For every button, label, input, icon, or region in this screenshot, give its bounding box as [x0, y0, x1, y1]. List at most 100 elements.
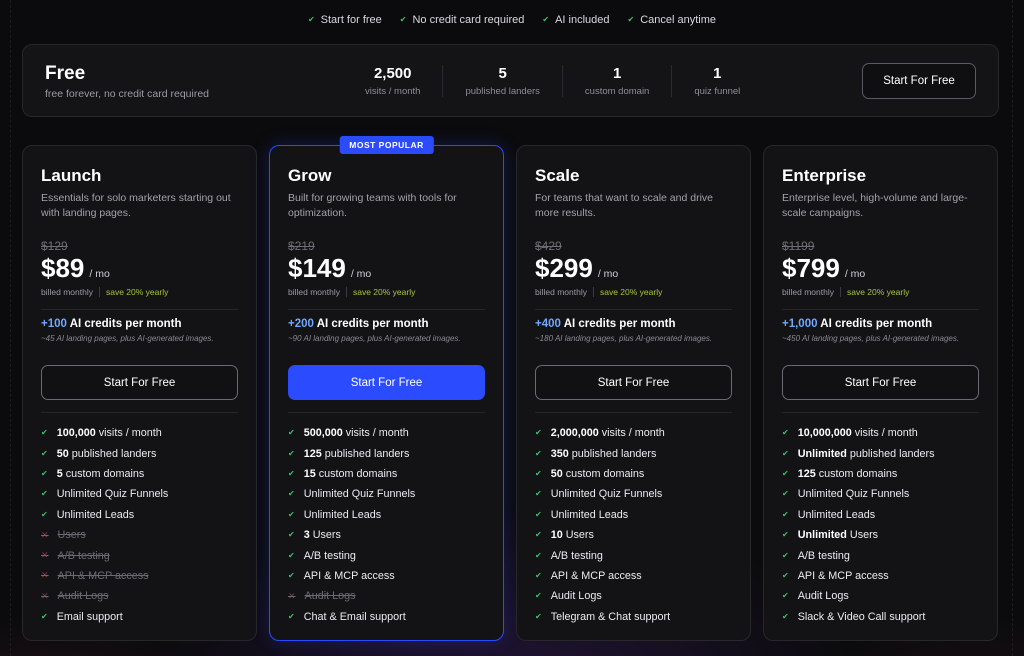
check-icon: ✔ [535, 570, 542, 580]
feature-text: Unlimited Leads [56, 508, 135, 521]
feature-item: ✔ A/B testing [535, 545, 740, 565]
feature-text: 50 custom domains [550, 467, 645, 480]
perk-item: ✔ Cancel anytime [627, 14, 717, 26]
feature-item: ✔ API & MCP access [288, 566, 493, 586]
separator [98, 287, 100, 297]
feature-text: Unlimited Leads [303, 508, 382, 521]
ai-credits: +100 AI credits per month [41, 318, 182, 330]
credits-label: AI credits per month [563, 318, 676, 330]
plan-description: Essentials for solo marketers starting o… [41, 192, 231, 219]
feature-text: Unlimited Quiz Funnels [550, 488, 663, 501]
billing-info: billed monthly save 20% yearly [782, 287, 909, 297]
plan-card-scale: Scale For teams that want to scale and dr… [516, 145, 751, 641]
check-icon: ✔ [535, 530, 542, 540]
feature-list: ✔ 10,000,000 visits / month ✔ Unlimited pub… [782, 423, 987, 627]
divider [782, 309, 979, 310]
free-start-button[interactable]: Start For Free [862, 63, 976, 99]
old-price: $1199 [782, 239, 815, 253]
billed-monthly: billed monthly [535, 287, 587, 297]
start-for-free-button[interactable]: Start For Free [535, 365, 732, 400]
feature-value: 15 [303, 467, 316, 480]
feature-item: ✔ Audit Logs [782, 586, 987, 606]
check-icon: ✔ [782, 428, 789, 438]
check-icon: ✔ [288, 509, 295, 519]
check-icon: ✔ [782, 611, 789, 621]
feature-value: 125 [303, 447, 322, 460]
feature-list: ✔ 100,000 visits / month ✔ 50 published lan… [41, 423, 246, 627]
feature-text: 10,000,000 visits / month [797, 427, 918, 440]
feature-text: 125 published landers [303, 447, 410, 460]
feature-item: ✔ 50 published landers [41, 443, 246, 463]
feature-list: ✔ 2,000,000 visits / month ✔ 350 published … [535, 423, 740, 627]
divider [41, 309, 238, 310]
start-for-free-button[interactable]: Start For Free [288, 365, 485, 400]
feature-value: Unlimited [797, 447, 847, 460]
billed-monthly: billed monthly [288, 287, 340, 297]
start-for-free-button[interactable]: Start For Free [41, 365, 238, 400]
feature-item: ✔ Email support [41, 607, 246, 627]
feature-text: API & MCP access [303, 569, 395, 582]
plan-description: Built for growing teams with tools for o… [288, 192, 457, 219]
feature-value: 5 [56, 467, 63, 480]
feature-item: ✕ A/B testing [41, 545, 246, 565]
save-yearly: save 20% yearly [846, 287, 910, 297]
plan-description: For teams that want to scale and drive m… [535, 192, 714, 219]
check-icon: ✔ [627, 15, 635, 24]
feature-text: A/B testing [57, 549, 110, 562]
feature-value: 10 [550, 529, 563, 542]
billing-info: billed monthly save 20% yearly [41, 287, 168, 297]
check-icon: ✔ [288, 428, 295, 438]
plan-card-enterprise: Enterprise Enterprise level, high-volume … [763, 145, 998, 641]
old-price: $219 [288, 239, 315, 253]
plan-card-grow: MOST POPULAR Grow Built for growing teams … [269, 136, 504, 641]
feature-text: Telegram & Chat support [550, 610, 671, 623]
check-icon: ✔ [288, 489, 295, 499]
feature-text: 10 Users [550, 529, 594, 542]
feature-text: Unlimited Quiz Funnels [797, 488, 910, 501]
plan-cards: Launch Essentials for solo marketers star… [22, 136, 999, 641]
check-icon: ✔ [782, 550, 789, 560]
perks-bar: ✔ Start for free ✔ No credit card required… [0, 12, 1024, 28]
feature-value: 10,000,000 [797, 427, 852, 440]
check-icon: ✔ [288, 448, 295, 458]
feature-text: 2,000,000 visits / month [550, 427, 665, 440]
feature-text: Unlimited published landers [797, 447, 935, 460]
price-period: / mo [89, 268, 110, 280]
feature-text: 100,000 visits / month [56, 427, 162, 440]
feature-item: ✔ 5 custom domains [41, 464, 246, 484]
feature-item: ✔ Unlimited Leads [535, 505, 740, 525]
feature-item: ✔ Telegram & Chat support [535, 607, 740, 627]
check-icon: ✔ [399, 15, 407, 24]
ai-credits: +1,000 AI credits per month [782, 318, 932, 330]
credits-label: AI credits per month [69, 318, 182, 330]
feature-item: ✔ Unlimited Quiz Funnels [535, 484, 740, 504]
feature-text: Unlimited Leads [797, 508, 876, 521]
check-icon: ✔ [782, 530, 789, 540]
cross-icon: ✕ [288, 590, 296, 601]
billed-monthly: billed monthly [782, 287, 834, 297]
start-for-free-button[interactable]: Start For Free [782, 365, 979, 400]
separator [839, 287, 841, 297]
check-icon: ✔ [41, 448, 48, 458]
check-icon: ✔ [307, 15, 315, 24]
check-icon: ✔ [535, 509, 542, 519]
ai-credits: +400 AI credits per month [535, 318, 676, 330]
feature-value: Unlimited [797, 529, 847, 542]
save-yearly: save 20% yearly [105, 287, 169, 297]
feature-item: ✕ Audit Logs [41, 586, 246, 606]
feature-item: ✔ Unlimited Leads [288, 505, 493, 525]
feature-text: Audit Logs [304, 590, 356, 603]
credits-amount: +400 [535, 318, 561, 330]
feature-item: ✔ Unlimited Leads [782, 505, 987, 525]
cross-icon: ✕ [41, 550, 49, 561]
divider [535, 412, 732, 413]
feature-text: Unlimited Leads [550, 508, 629, 521]
feature-item: ✔ 3 Users [288, 525, 493, 545]
credits-label: AI credits per month [820, 318, 933, 330]
feature-item: ✔ 100,000 visits / month [41, 423, 246, 443]
credits-note: ~180 AI landing pages, plus AI-generated… [535, 334, 713, 343]
most-popular-badge: MOST POPULAR [339, 136, 434, 154]
divider [41, 412, 238, 413]
divider [782, 412, 979, 413]
check-icon: ✔ [782, 448, 789, 458]
